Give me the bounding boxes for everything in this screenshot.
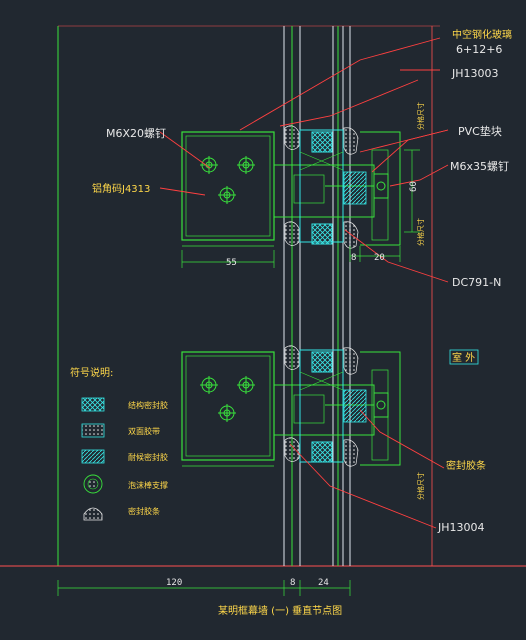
- label-aluminum-angle: 铝角码J4313: [92, 183, 150, 195]
- vertical-note-mid: 分格尺寸: [416, 218, 425, 246]
- bottom-gasket-3: [284, 437, 300, 462]
- leader-lines: [159, 37, 449, 529]
- label-screw-m6x35: M6x35螺钉: [450, 160, 509, 173]
- label-profile-bottom: JH13004: [437, 521, 485, 534]
- dim-55: 55: [226, 258, 237, 268]
- vertical-note-bottom: 分格尺寸: [416, 472, 425, 500]
- vertical-note-top: 分格尺寸: [416, 102, 425, 130]
- dim-24: 24: [318, 578, 329, 588]
- top-gasket-2: [343, 127, 359, 155]
- bottom-gasket-1: [284, 345, 300, 370]
- legend-swatch-foam-rod: [83, 474, 103, 494]
- label-outdoor: 室 外: [452, 351, 475, 364]
- dim-120: 120: [166, 578, 182, 588]
- label-screw-top: M6X20螺钉: [106, 127, 166, 140]
- cad-drawing: 中空钢化玻璃 6+12+6 JH13003 M6X20螺钉 PVC垫块 M6x3…: [0, 25, 526, 617]
- legend-item-2: 双面胶带: [128, 426, 160, 436]
- dim-8b: 8: [290, 578, 295, 588]
- label-profile-dc: DC791-N: [452, 276, 501, 289]
- legend-item-3: 耐候密封胶: [128, 452, 168, 462]
- vertical-notes: 分格尺寸 分格尺寸 分格尺寸: [416, 102, 425, 500]
- bottom-node: [181, 345, 401, 467]
- legend-title: 符号说明:: [70, 366, 113, 379]
- legend-swatch-gasket: [83, 507, 103, 521]
- top-aluminum-angle: [181, 131, 275, 241]
- bottom-screw-1: [200, 376, 218, 394]
- bottom-pvc-block: [343, 389, 367, 423]
- top-pvc-block: [343, 171, 367, 205]
- legend: 符号说明: 结构密封胶 双面胶带 耐候密封胶 泡沫棒支撑 密封胶条: [70, 366, 168, 521]
- drawing-title: 某明框幕墙 (一) 垂直节点图: [218, 604, 342, 617]
- top-gasket-3: [284, 221, 300, 246]
- label-glass-type: 中空钢化玻璃: [452, 28, 512, 41]
- dim-8: 8: [351, 253, 356, 263]
- bottom-screw-3: [218, 404, 236, 422]
- top-screw-1: [200, 156, 218, 174]
- dim-60: 60: [409, 181, 419, 192]
- label-profile-top: JH13003: [451, 67, 499, 80]
- top-screw-2: [237, 156, 255, 174]
- bottom-gasket-2: [343, 347, 359, 375]
- legend-swatch-structural-sealant: [81, 397, 105, 412]
- glass-panel-lines: [283, 26, 433, 566]
- label-glass-spec: 6+12+6: [456, 43, 502, 56]
- legend-item-1: 结构密封胶: [128, 400, 168, 410]
- bottom-screw-2: [237, 376, 255, 394]
- annotation-labels: 中空钢化玻璃 6+12+6 JH13003 M6X20螺钉 PVC垫块 M6x3…: [92, 28, 512, 617]
- legend-swatch-weather-sealant: [81, 449, 105, 464]
- label-sealant: 密封胶条: [446, 459, 486, 472]
- drawing-border: [0, 25, 526, 567]
- top-node: [181, 125, 401, 249]
- top-screw-3: [218, 186, 236, 204]
- top-gasket-1: [284, 125, 300, 150]
- bottom-gasket-4: [343, 439, 359, 467]
- legend-item-4: 泡沫棒支撑: [128, 480, 168, 490]
- legend-swatch-double-tape: [81, 423, 105, 438]
- label-pvc: PVC垫块: [458, 124, 502, 138]
- dim-20: 20: [374, 253, 385, 263]
- legend-item-5: 密封胶条: [128, 506, 160, 516]
